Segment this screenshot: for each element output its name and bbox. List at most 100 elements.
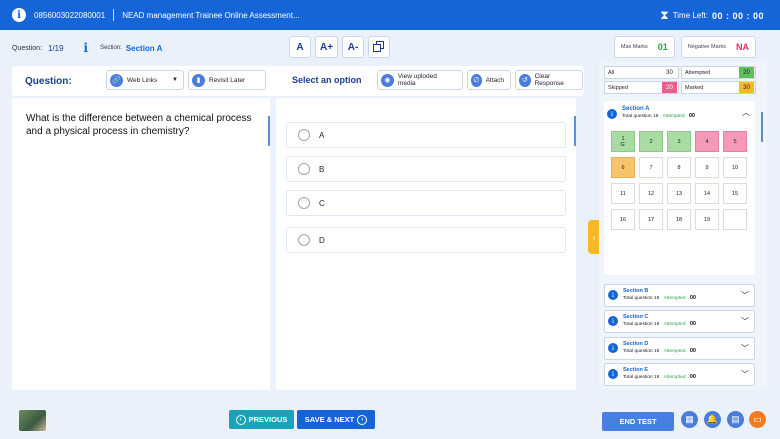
question-number: 13 <box>675 190 683 197</box>
revisit-later-button[interactable]: ▮ Revisit Later <box>188 70 266 90</box>
max-marks-box: Max Marks 01 <box>613 36 675 58</box>
chevron-down-icon[interactable]: ﹀ <box>741 369 749 380</box>
caret-down-icon: ▼ <box>172 77 178 83</box>
negative-marks-label: Negative Marks <box>687 44 726 50</box>
question-info-icon[interactable]: i <box>84 41 89 55</box>
question-number: 10 <box>731 164 739 171</box>
question-cell[interactable]: 11 <box>611 183 635 204</box>
chevron-down-icon[interactable]: ﹀ <box>741 290 749 301</box>
total-value: 19 <box>653 375 660 380</box>
section-title: Section D <box>623 341 649 347</box>
question-cell[interactable]: 16 <box>611 209 635 230</box>
document-icon[interactable]: ▤ <box>727 411 744 428</box>
option-a[interactable]: A <box>286 122 566 148</box>
question-cell[interactable]: 4 <box>695 131 719 152</box>
view-media-label: View uploded media <box>397 73 437 87</box>
radio-button[interactable] <box>298 163 310 175</box>
question-cell[interactable]: 5 <box>723 131 747 152</box>
question-cell[interactable]: 10 <box>723 157 747 178</box>
question-cell[interactable]: 7 <box>639 157 663 178</box>
legend-skipped[interactable]: Skipped 20 <box>604 81 679 94</box>
section-stats: Total question 19 Attempted 00 <box>623 295 696 301</box>
option-d[interactable]: D <box>286 227 566 253</box>
info-row: Question: 1/19 i Section: Section A A A+… <box>12 36 778 60</box>
question-number: 16 <box>619 216 627 223</box>
question-cell[interactable]: 6 <box>611 157 635 178</box>
question-number: 11 <box>620 190 626 197</box>
radio-button[interactable] <box>298 197 310 209</box>
section-c-panel[interactable]: i Section C Total question 19 Attempted … <box>604 310 755 333</box>
question-cell[interactable]: 2 <box>639 131 663 152</box>
previous-button[interactable]: ‹ PREVIOUS <box>229 410 294 429</box>
scrollbar-thumb[interactable] <box>268 116 270 146</box>
option-label: A <box>319 130 325 140</box>
timer-value: 00 : 00 : 00 <box>711 10 764 21</box>
legend-marked[interactable]: Marked 30 <box>681 81 756 94</box>
font-increase-button[interactable]: A+ <box>315 36 339 58</box>
clear-response-button[interactable]: ↺ Clear Response <box>515 70 583 90</box>
font-decrease-button[interactable]: A- <box>342 36 365 58</box>
legend-count: 30 <box>666 69 673 76</box>
question-cell[interactable]: 15 <box>723 183 747 204</box>
question-cell[interactable]: 9 <box>695 157 719 178</box>
question-number: 8 <box>677 164 681 171</box>
notification-icon[interactable]: 🔔 <box>704 411 721 428</box>
copy-icon[interactable] <box>368 36 391 58</box>
question-cell[interactable]: 14 <box>695 183 719 204</box>
total-label: Total question <box>623 349 653 354</box>
option-c[interactable]: C <box>286 190 566 216</box>
chat-icon[interactable]: ▭ <box>749 411 766 428</box>
question-counter: Question: 1/19 <box>12 44 64 53</box>
info-icon: i <box>608 343 618 353</box>
radio-button[interactable] <box>298 129 310 141</box>
negative-marks-box: Negative Marks NA <box>680 36 756 58</box>
chevron-up-icon[interactable]: ︿ <box>742 107 750 118</box>
question-cell[interactable]: 12 <box>639 183 663 204</box>
question-cell[interactable] <box>723 209 747 230</box>
legend-count: 20 <box>739 67 754 78</box>
end-test-button[interactable]: END TEST <box>602 412 674 431</box>
question-counter-value: 1/19 <box>47 43 64 53</box>
legend-attempted[interactable]: Attempted 20 <box>681 66 756 79</box>
section-b-panel[interactable]: i Section B Total question 19 Attempted … <box>604 284 755 307</box>
question-number: 19 <box>703 216 711 223</box>
question-palette: All 30 Attempted 20 Skipped 20 Marked 30… <box>599 62 767 390</box>
attach-button[interactable]: ∅ Attach <box>467 70 511 90</box>
radio-button[interactable] <box>298 234 310 246</box>
attempted-label: Attempted <box>663 349 686 354</box>
total-value: 19 <box>653 296 660 301</box>
question-cell[interactable]: 8 <box>667 157 691 178</box>
info-icon[interactable]: i <box>12 8 26 22</box>
scrollbar-thumb[interactable] <box>574 116 576 146</box>
question-cell[interactable]: 17 <box>639 209 663 230</box>
question-toolbar: Question: 🔗 Web Links ▼ ▮ Revisit Later … <box>12 66 584 96</box>
section-d-panel[interactable]: i Section D Total question 19 Attempted … <box>604 337 755 360</box>
chevron-down-icon[interactable]: ﹀ <box>741 316 749 327</box>
question-cell[interactable]: 19 <box>695 209 719 230</box>
chevron-down-icon[interactable]: ﹀ <box>741 343 749 354</box>
question-cell[interactable]: 1 G' <box>611 131 635 152</box>
question-cell[interactable]: 3 <box>667 131 691 152</box>
save-next-button[interactable]: SAVE & NEXT › <box>297 410 375 429</box>
font-normal-button[interactable]: A <box>289 36 311 58</box>
section-title: Section C <box>623 314 649 320</box>
section-stats: Total question 19 Attempted 00 <box>623 348 696 354</box>
view-media-button[interactable]: ◉ View uploded media <box>377 70 463 90</box>
web-links-dropdown[interactable]: 🔗 Web Links ▼ <box>106 70 184 90</box>
question-number: 4 <box>705 138 709 145</box>
max-marks-label: Max Marks <box>620 44 648 50</box>
question-cell[interactable]: 18 <box>667 209 691 230</box>
legend-all[interactable]: All 30 <box>604 66 679 79</box>
question-cell[interactable]: 13 <box>667 183 691 204</box>
attempted-value: 00 <box>689 321 696 327</box>
scroll-track <box>576 98 578 390</box>
question-text: What is the difference between a chemica… <box>26 113 252 137</box>
section-e-panel[interactable]: i Section E Total question 19 Attempted … <box>604 363 755 386</box>
scrollbar-thumb[interactable] <box>761 112 763 142</box>
option-b[interactable]: B <box>286 156 566 182</box>
section-a-header[interactable]: i Section A Total question 19 Attempted … <box>604 101 755 119</box>
option-label: B <box>319 164 325 174</box>
attempted-label: Attempted <box>663 375 686 380</box>
calculator-icon[interactable]: ▦ <box>681 411 698 428</box>
legend-label: Marked <box>685 84 704 91</box>
